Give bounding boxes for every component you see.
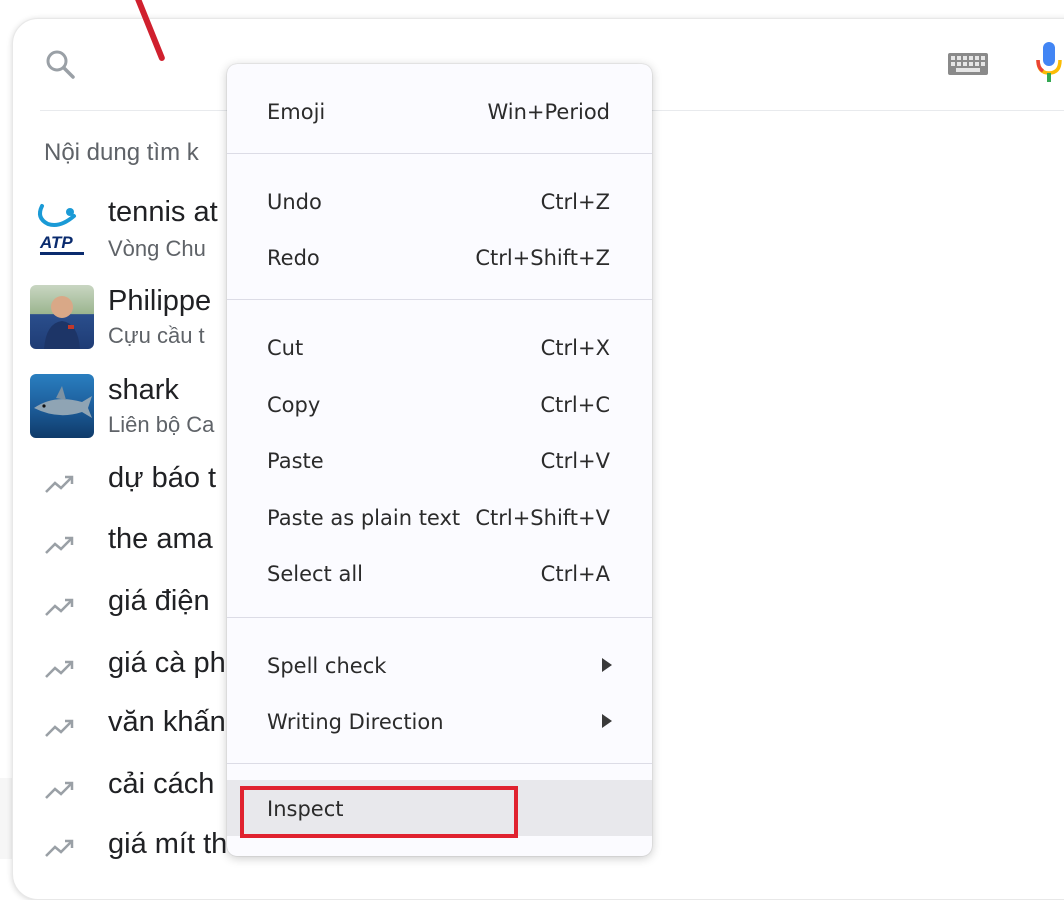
atp-logo: ATP — [30, 196, 94, 260]
menu-item-label: Select all — [267, 562, 363, 586]
keyboard-icon[interactable] — [948, 53, 988, 75]
trending-item[interactable]: giá cà ph — [0, 647, 260, 687]
menu-separator — [227, 153, 652, 154]
suggestion-item[interactable]: ATP tennis at Vòng Chu — [0, 192, 260, 264]
atp-logo-text: ATP — [39, 233, 73, 252]
trending-text: văn khấn — [108, 706, 226, 738]
trending-arrow-icon — [45, 839, 74, 857]
trending-item[interactable]: dự báo t — [0, 462, 260, 502]
menu-item-shortcut: Ctrl+V — [540, 449, 610, 473]
menu-item-shortcut: Ctrl+Shift+V — [475, 506, 610, 530]
menu-item-label: Paste as plain text — [267, 506, 461, 530]
suggestion-item[interactable]: Philippe Cựu cầu t — [0, 281, 260, 353]
red-highlight-box — [240, 786, 518, 838]
search-icon[interactable] — [44, 48, 76, 80]
trending-arrow-icon — [45, 660, 74, 678]
menu-separator — [227, 617, 652, 618]
menu-item-cut[interactable]: Cut Ctrl+X — [227, 322, 652, 372]
trending-text: dự báo t — [108, 462, 217, 494]
menu-item-label: Writing Direction — [267, 710, 444, 734]
menu-item-label: Emoji — [267, 100, 326, 124]
submenu-arrow-icon — [602, 714, 612, 728]
menu-item-label: Cut — [267, 336, 304, 360]
menu-item-select-all[interactable]: Select all Ctrl+A — [227, 548, 652, 598]
voice-search-mic-icon[interactable] — [1034, 40, 1064, 84]
trending-text: giá điện — [108, 585, 210, 617]
menu-item-shortcut: Ctrl+C — [540, 393, 610, 417]
suggestion-subtitle: Liên bộ Ca — [108, 412, 215, 437]
trending-text: the ama — [108, 523, 213, 555]
menu-item-shortcut: Ctrl+A — [540, 562, 610, 586]
menu-item-paste[interactable]: Paste Ctrl+V — [227, 435, 652, 485]
menu-item-paste-plain-text[interactable]: Paste as plain text Ctrl+Shift+V — [227, 492, 652, 542]
menu-item-shortcut: Win+Period — [487, 100, 610, 124]
menu-item-label: Paste — [267, 449, 324, 473]
menu-item-spell-check[interactable]: Spell check — [227, 640, 652, 690]
trending-arrow-icon — [45, 719, 74, 737]
menu-item-shortcut: Ctrl+Z — [540, 190, 610, 214]
trending-item[interactable]: giá mít th — [0, 826, 260, 859]
menu-item-redo[interactable]: Redo Ctrl+Shift+Z — [227, 232, 652, 282]
suggestion-title: tennis at — [108, 196, 218, 228]
trending-arrow-icon — [45, 536, 74, 554]
menu-separator — [227, 763, 652, 764]
menu-item-label: Undo — [267, 190, 322, 214]
menu-item-copy[interactable]: Copy Ctrl+C — [227, 379, 652, 429]
menu-separator — [227, 299, 652, 300]
trending-text: cải cách — [108, 768, 215, 800]
trending-item[interactable]: văn khấn — [0, 706, 260, 746]
suggestion-subtitle: Cựu cầu t — [108, 323, 205, 348]
trending-item[interactable]: the ama — [0, 523, 260, 563]
shark-photo — [30, 374, 94, 438]
trending-item[interactable]: cải cách — [0, 768, 260, 808]
trending-item[interactable]: giá điện — [0, 585, 260, 625]
suggestion-item[interactable]: shark Liên bộ Ca — [0, 370, 260, 442]
suggestions-heading: Nội dung tìm k — [44, 139, 199, 166]
suggestion-title: shark — [108, 374, 179, 406]
trending-arrow-icon — [45, 781, 74, 799]
menu-item-label: Copy — [267, 393, 321, 417]
suggestion-subtitle: Vòng Chu — [108, 236, 206, 261]
menu-item-shortcut: Ctrl+X — [540, 336, 610, 360]
trending-text: giá mít th — [108, 828, 228, 859]
person-photo — [30, 285, 94, 349]
suggestion-title: Philippe — [108, 285, 212, 317]
menu-item-label: Spell check — [267, 654, 387, 678]
submenu-arrow-icon — [602, 658, 612, 672]
trending-arrow-icon — [45, 598, 74, 616]
context-menu: Emoji Win+Period Undo Ctrl+Z Redo Ctrl+S… — [227, 64, 652, 856]
trending-arrow-icon — [45, 475, 74, 493]
menu-item-undo[interactable]: Undo Ctrl+Z — [227, 176, 652, 226]
trending-text: giá cà ph — [108, 647, 226, 679]
menu-item-label: Redo — [267, 246, 320, 270]
menu-item-shortcut: Ctrl+Shift+Z — [475, 246, 610, 270]
menu-item-writing-direction[interactable]: Writing Direction — [227, 696, 652, 746]
menu-item-emoji[interactable]: Emoji Win+Period — [227, 86, 652, 136]
